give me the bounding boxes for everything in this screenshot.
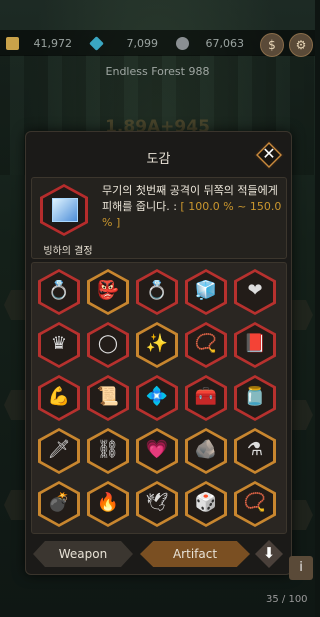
artifact-slot[interactable]: 🎲: [185, 481, 227, 527]
potion-jar-icon: 🫙: [243, 386, 267, 407]
artifact-slot[interactable]: 🗡: [38, 428, 80, 474]
heart-ring-icon: 💗: [145, 439, 169, 460]
magic-wand-icon: ✨: [145, 333, 169, 354]
green-blade-icon: 🗡: [47, 439, 71, 460]
artifact-slot[interactable]: 🧊: [185, 269, 227, 315]
golden-mask-icon: 👺: [96, 280, 120, 301]
skull-bomb-icon: 💣: [47, 492, 71, 513]
artifact-slot[interactable]: 💣: [38, 481, 80, 527]
treasure-chest-icon: 🧰: [194, 386, 218, 407]
artifact-slot[interactable]: 🧰: [185, 375, 227, 421]
artifact-slot[interactable]: 💠: [136, 375, 178, 421]
artifact-grid: 💍 👺 💍 🧊 ❤ ♛ ◯ ✨ 📿 📕 💪 📜 💠 🧰 🫙 🗡 ⛓ 💗 🪨 ⚗ 💣 🔥 🕊 🎲 📿: [31, 262, 287, 534]
stone-amount: 67,063: [205, 37, 245, 50]
torch-plus-icon: 🔥: [96, 492, 120, 513]
arrow-down-icon: ⬇: [262, 544, 276, 562]
artifact-slot[interactable]: 🫙: [234, 375, 276, 421]
selected-artifact-name: 빙하의 결정: [43, 246, 93, 257]
collection-count: 35 / 100: [266, 594, 308, 605]
stone-tablet-icon: 🪨: [194, 439, 218, 460]
artifact-slot[interactable]: 💗: [136, 428, 178, 474]
artifact-slot[interactable]: ◯: [87, 322, 129, 368]
ice-cube-icon: 🧊: [194, 280, 218, 301]
settings-button[interactable]: ⚙: [289, 33, 313, 57]
crystal-wings-icon: 🕊: [145, 492, 169, 513]
ice-cube-icon: [52, 198, 78, 222]
gold-resource: 41,972: [6, 36, 72, 52]
category-tabs: Weapon Artifact ⬇: [33, 539, 285, 569]
selected-artifact-frame: [40, 184, 88, 236]
stone-icon: [176, 37, 189, 50]
artifact-slot[interactable]: ♛: [38, 322, 80, 368]
stage-name: Endless Forest 988: [105, 65, 210, 78]
artifact-slot[interactable]: 💍: [136, 269, 178, 315]
dark-crown-icon: ♛: [50, 333, 68, 354]
artifact-slot[interactable]: 👺: [87, 269, 129, 315]
gem-amount: 7,099: [126, 37, 159, 50]
gold-bar-icon: [6, 37, 19, 50]
golden-dice-icon: 🎲: [194, 492, 218, 513]
artifact-detail-panel: 빙하의 결정 무기의 첫번째 공격이 뒤쪽의 적들에게 피해를 줍니다. : […: [31, 177, 287, 259]
selected-artifact-description: 무기의 첫번째 공격이 뒤쪽의 적들에게 피해를 줍니다. : [ 100.0 …: [102, 183, 282, 231]
amulet-icon: 📿: [194, 333, 218, 354]
chain-necklace-icon: 📿: [243, 492, 267, 513]
shop-button[interactable]: $: [260, 33, 284, 57]
artifact-slot[interactable]: 🕊: [136, 481, 178, 527]
artifact-slot[interactable]: ✨: [136, 322, 178, 368]
artifact-slot[interactable]: 🪨: [185, 428, 227, 474]
sapphire-ring-icon: 💍: [145, 280, 169, 301]
artifact-slot[interactable]: 🔥: [87, 481, 129, 527]
artifact-slot[interactable]: 📿: [185, 322, 227, 368]
bronze-ring-icon: ◯: [97, 333, 119, 354]
stone-resource: 67,063: [176, 36, 244, 52]
artifact-slot[interactable]: 💪: [38, 375, 80, 421]
artifact-slot[interactable]: 📜: [87, 375, 129, 421]
artifact-slot[interactable]: ⚗: [234, 428, 276, 474]
collection-modal: 도감 ✕ 빙하의 결정 무기의 첫번째 공격이 뒤쪽의 적들에게 피해를 줍니다…: [25, 131, 292, 575]
chain-icon: ⛓: [96, 439, 120, 460]
tab-weapon[interactable]: Weapon: [33, 541, 133, 567]
artifact-slot[interactable]: 📿: [234, 481, 276, 527]
modal-title: 도감: [146, 152, 171, 167]
info-button[interactable]: i: [289, 556, 313, 580]
spellbook-icon: 📕: [243, 333, 267, 354]
artifact-slot[interactable]: ⛓: [87, 428, 129, 474]
heart-icon: ❤: [247, 280, 263, 301]
tab-artifact[interactable]: Artifact: [140, 541, 250, 567]
diamond-ring-icon: 💍: [47, 280, 71, 301]
gem-circle-icon: 💠: [145, 386, 169, 407]
blue-flask-icon: ⚗: [246, 439, 264, 460]
gold-amount: 41,972: [33, 37, 73, 50]
sort-button[interactable]: ⬇: [255, 540, 283, 568]
blue-gem-icon: [89, 36, 104, 51]
artifact-slot[interactable]: ❤: [234, 269, 276, 315]
artifact-slot[interactable]: 💍: [38, 269, 80, 315]
scroll-icon: 📜: [96, 386, 120, 407]
artifact-slot[interactable]: 📕: [234, 322, 276, 368]
gem-resource: 7,099: [89, 36, 159, 52]
arm-plus-icon: 💪: [47, 386, 71, 407]
